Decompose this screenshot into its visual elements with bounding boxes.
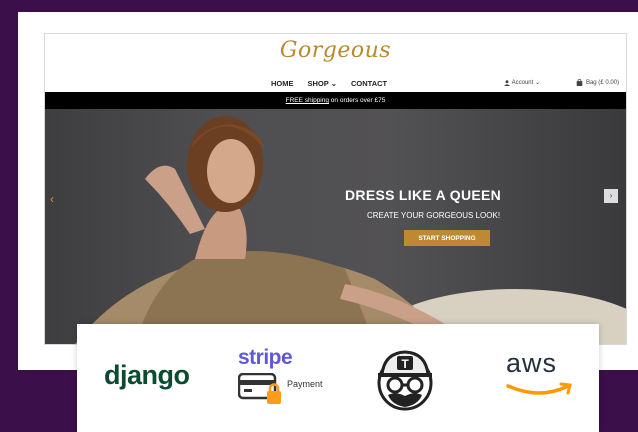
- free-shipping-link[interactable]: FREE shipping: [286, 97, 329, 104]
- card-lock-icon: [238, 373, 281, 404]
- website-preview: Gorgeous HOME SHOP ⌄ CONTACT Account ⌄ B…: [44, 33, 627, 345]
- user-icon: [503, 79, 510, 86]
- shopping-bag-icon: [576, 79, 583, 86]
- account-label: Account ⌄: [511, 80, 540, 86]
- nav-home[interactable]: HOME: [271, 79, 294, 88]
- svg-text:T: T: [401, 357, 409, 371]
- promo-banner: FREE shipping on orders over £75: [45, 92, 626, 109]
- nav-contact[interactable]: CONTACT: [351, 79, 387, 88]
- hero-slider: DRESS LIKE A QUEEN CREATE YOUR GORGEOUS …: [45, 109, 626, 344]
- stripe-wordmark: stripe: [238, 346, 293, 369]
- hero-subline: CREATE YOUR GORGEOUS LOOK!: [367, 211, 501, 220]
- aws-logo: aws: [506, 348, 576, 404]
- start-shopping-button[interactable]: START SHOPPING: [404, 230, 490, 246]
- nav-shop[interactable]: SHOP ⌄: [308, 79, 338, 88]
- stripe-payment-label: Payment: [287, 379, 323, 389]
- aws-wordmark: aws: [506, 348, 558, 378]
- main-nav: HOME SHOP ⌄ CONTACT: [271, 79, 387, 88]
- tech-logos-panel: django stripe Payment T aws: [77, 324, 599, 432]
- django-logo: django: [104, 360, 190, 390]
- cookiecutter-mascot-icon: T: [377, 350, 433, 411]
- bag-label: Bag (£ 0.00): [585, 79, 619, 86]
- hero-headline: DRESS LIKE A QUEEN: [345, 187, 502, 203]
- bag-button[interactable]: Bag (£ 0.00): [576, 79, 619, 86]
- site-logo[interactable]: Gorgeous: [45, 38, 626, 63]
- prev-slide-arrow[interactable]: ‹: [50, 192, 54, 206]
- next-slide-arrow[interactable]: ›: [604, 189, 618, 203]
- aws-smile-arrow-icon: [506, 382, 572, 395]
- site-header: Gorgeous HOME SHOP ⌄ CONTACT Account ⌄ B…: [45, 34, 626, 92]
- hero-model-image: [75, 116, 626, 344]
- stripe-payment-logo: stripe Payment: [238, 346, 328, 406]
- account-menu[interactable]: Account ⌄: [503, 79, 540, 86]
- banner-text: on orders over £75: [328, 97, 386, 104]
